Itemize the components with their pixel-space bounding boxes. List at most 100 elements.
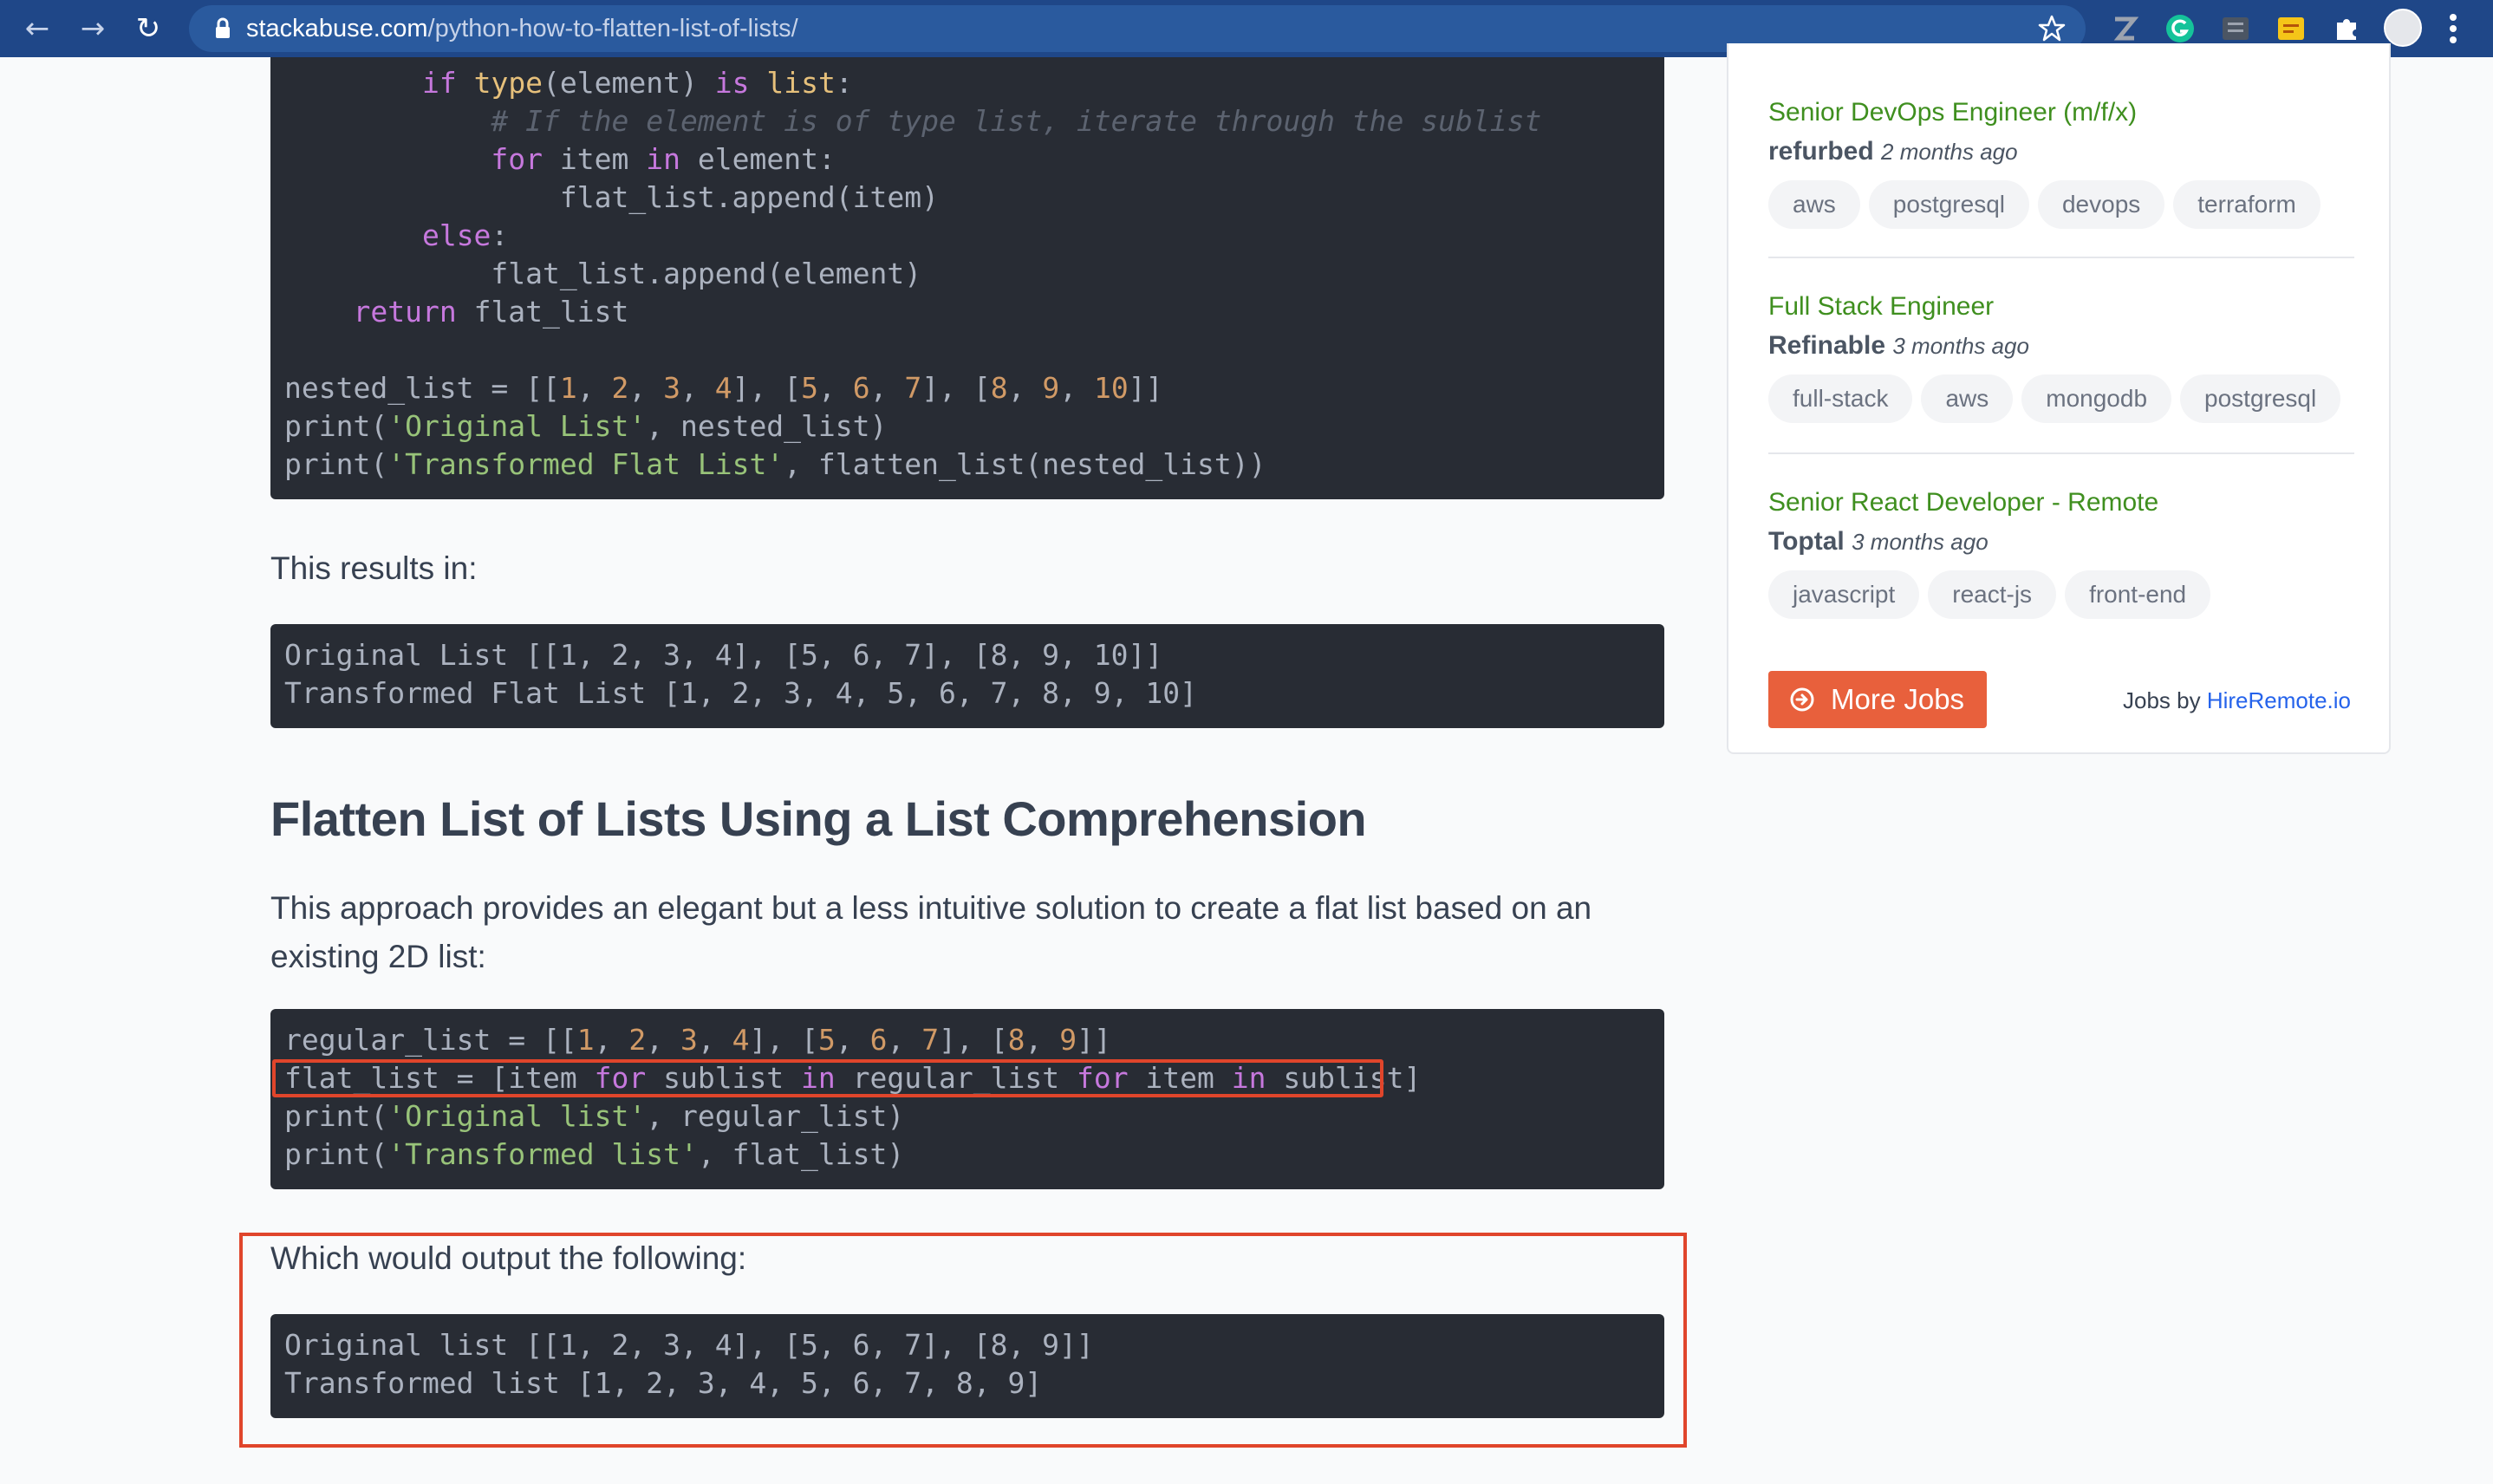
code-token: print( xyxy=(284,447,388,481)
code-token: 'Transformed list' xyxy=(387,1137,698,1171)
code-token: , regular_list) xyxy=(646,1099,905,1133)
job-company: Toptal xyxy=(1768,527,1845,556)
code-token: ], [ xyxy=(921,371,991,405)
code-token: , xyxy=(680,371,715,405)
code-token: nested_list = [[ xyxy=(284,371,560,405)
code-token: else xyxy=(421,218,491,252)
code-token: item xyxy=(543,142,647,176)
profile-avatar[interactable] xyxy=(2384,9,2422,47)
code-token: 'Original list' xyxy=(387,1099,647,1133)
code-token: , flatten_list(nested_list)) xyxy=(784,447,1266,481)
section-heading: Flatten List of Lists Using a List Compr… xyxy=(270,791,1367,846)
code-token: , xyxy=(628,371,664,405)
code-token: 4 xyxy=(732,1023,750,1057)
more-jobs-button[interactable]: More Jobs xyxy=(1768,671,1987,728)
code-block-comprehension: regular_list = [[1, 2, 3, 4], [5, 6, 7],… xyxy=(270,1009,1664,1189)
back-button[interactable]: ← xyxy=(17,9,57,49)
code-token: 8 xyxy=(990,371,1008,405)
job-tag[interactable]: react-js xyxy=(1928,570,2057,619)
code-token: , xyxy=(697,1023,732,1057)
hireremote-link[interactable]: HireRemote.io xyxy=(2207,687,2351,713)
notes-extension-icon[interactable] xyxy=(2275,12,2307,45)
code-token: ]] xyxy=(1128,371,1163,405)
code-line: if type(element) is list: xyxy=(284,64,1664,102)
job-tag[interactable]: postgresql xyxy=(2180,374,2341,423)
job-tag[interactable]: terraform xyxy=(2173,180,2321,229)
code-line: else: xyxy=(284,217,1664,255)
gitzip-extension-icon[interactable] xyxy=(2219,12,2252,45)
code-token: , xyxy=(576,371,612,405)
code-token: regular_list = [[ xyxy=(284,1023,577,1057)
code-line: Transformed list [1, 2, 3, 4, 5, 6, 7, 8… xyxy=(284,1364,1664,1403)
lock-icon xyxy=(216,17,230,38)
job-listing[interactable]: Senior DevOps Engineer (m/f/x) refurbed … xyxy=(1768,95,2358,229)
job-tag[interactable]: mongodb xyxy=(2021,374,2172,423)
bookmark-star-icon[interactable] xyxy=(2037,14,2067,43)
code-line: print('Transformed Flat List', flatten_l… xyxy=(284,446,1664,484)
code-token: ], [ xyxy=(749,1023,818,1057)
job-tag[interactable]: aws xyxy=(1921,374,2014,423)
job-title[interactable]: Senior DevOps Engineer (m/f/x) xyxy=(1768,95,2358,130)
forward-arrow-icon: → xyxy=(80,11,106,46)
code-token: 2 xyxy=(628,1023,647,1057)
url-text: stackabuse.com/python-how-to-flatten-lis… xyxy=(246,5,798,52)
code-token: 9 xyxy=(1042,371,1060,405)
job-tags: javascript react-js front-end xyxy=(1768,570,2358,619)
code-token: 5 xyxy=(818,1023,836,1057)
job-meta: Refinable 3 months ago xyxy=(1768,328,2358,364)
url-path: /python-how-to-flatten-list-of-lists/ xyxy=(427,15,798,42)
puzzle-extensions-icon[interactable] xyxy=(2330,12,2363,45)
code-token: Transformed Flat List [1, 2, 3, 4, 5, 6,… xyxy=(284,676,1197,710)
code-token: , nested_list) xyxy=(646,409,888,443)
job-listing[interactable]: Full Stack Engineer Refinable 3 months a… xyxy=(1768,290,2358,423)
code-token: if xyxy=(421,66,457,100)
code-token: , xyxy=(835,1023,870,1057)
job-listing[interactable]: Senior React Developer - Remote Toptal 3… xyxy=(1768,485,2358,619)
job-title[interactable]: Senior React Developer - Remote xyxy=(1768,485,2358,520)
code-token: (element) xyxy=(543,66,715,100)
code-token: flat_list.append(element) xyxy=(284,257,922,290)
job-tag[interactable]: front-end xyxy=(2065,570,2211,619)
job-tag[interactable]: javascript xyxy=(1768,570,1920,619)
code-token: , xyxy=(1025,1023,1060,1057)
code-token: is xyxy=(714,66,750,100)
browser-menu-icon[interactable] xyxy=(2446,10,2460,47)
code-line: flat_list.append(item) xyxy=(284,179,1664,217)
job-tag[interactable]: full-stack xyxy=(1768,374,1913,423)
grammarly-extension-icon[interactable] xyxy=(2164,12,2197,45)
code-line: regular_list = [[1, 2, 3, 4], [5, 6, 7],… xyxy=(284,1021,1664,1059)
job-tag[interactable]: devops xyxy=(2037,180,2165,229)
forward-button[interactable]: → xyxy=(73,9,113,49)
code-token: 2 xyxy=(611,371,629,405)
reload-button[interactable]: ↻ xyxy=(128,9,168,49)
code-token: in xyxy=(646,142,680,176)
job-divider xyxy=(1768,452,2354,454)
results-text: This results in: xyxy=(270,550,478,586)
code-line: flat_list.append(element) xyxy=(284,255,1664,293)
code-line: print('Original List', nested_list) xyxy=(284,407,1664,446)
code-token: ]] xyxy=(1077,1023,1111,1057)
job-tag[interactable]: aws xyxy=(1768,180,1860,229)
job-tag[interactable]: postgresql xyxy=(1868,180,2029,229)
code-token: 1 xyxy=(576,1023,595,1057)
code-block-flatten-function: if type(element) is list: # If the eleme… xyxy=(270,57,1664,499)
code-token: ], [ xyxy=(732,371,802,405)
code-token: , xyxy=(594,1023,629,1057)
code-token: Original list [[1, 2, 3, 4], [5, 6, 7], … xyxy=(284,1328,1094,1362)
code-token: flat_list xyxy=(456,295,629,329)
code-token: 'Transformed Flat List' xyxy=(387,447,784,481)
code-token: , xyxy=(869,371,905,405)
zotero-extension-icon[interactable] xyxy=(2108,12,2141,45)
job-title[interactable]: Full Stack Engineer xyxy=(1768,290,2358,324)
code-token: 'Original List' xyxy=(387,409,647,443)
code-token: print( xyxy=(284,1137,388,1171)
code-token: 4 xyxy=(714,371,732,405)
code-line: for item in element: xyxy=(284,140,1664,179)
code-token: : xyxy=(835,66,853,100)
